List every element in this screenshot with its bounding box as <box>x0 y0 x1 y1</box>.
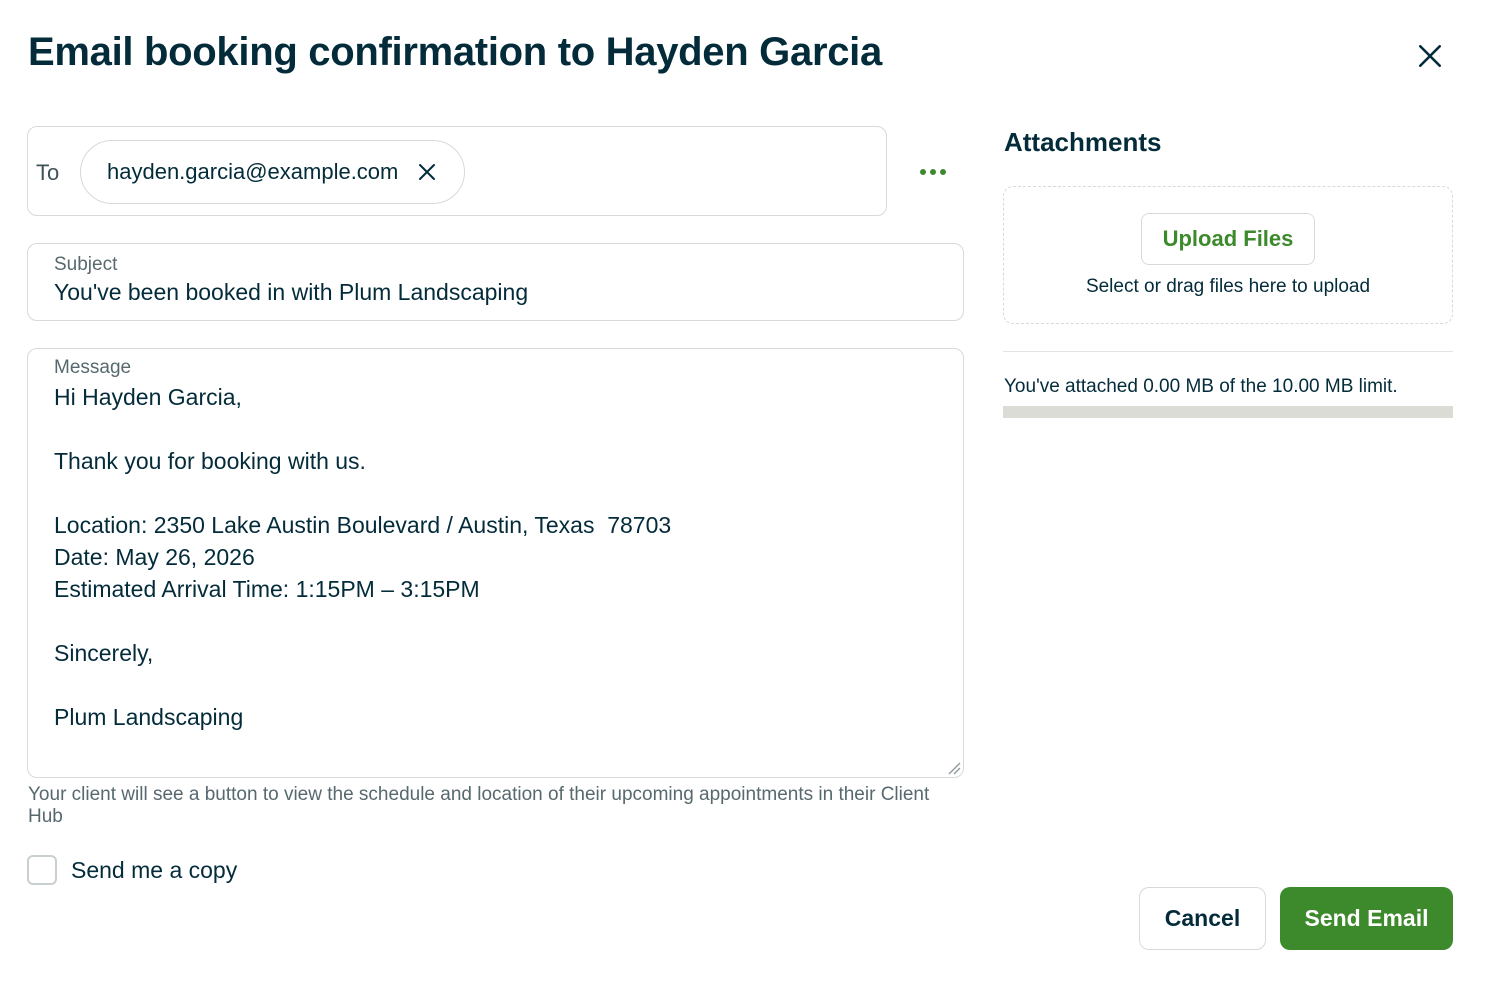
more-options-button[interactable] <box>912 158 954 186</box>
subject-label: Subject <box>54 254 118 275</box>
send-copy-label: Send me a copy <box>71 856 238 883</box>
close-button[interactable] <box>1410 36 1450 76</box>
message-field[interactable]: Message Hi Hayden Garcia, Thank you for … <box>27 348 964 778</box>
send-email-button[interactable]: Send Email <box>1280 887 1453 950</box>
recipient-email: hayden.garcia@example.com <box>107 159 399 184</box>
close-icon <box>419 164 436 180</box>
message-textarea[interactable]: Hi Hayden Garcia, Thank you for booking … <box>54 381 671 733</box>
close-icon <box>1418 44 1442 68</box>
to-field[interactable]: To hayden.garcia@example.com <box>27 126 887 216</box>
message-hint: Your client will see a button to view th… <box>28 784 930 827</box>
to-label: To <box>36 160 60 185</box>
email-dialog: Email booking confirmation to Hayden Gar… <box>0 0 1486 982</box>
send-copy-option[interactable]: Send me a copy <box>27 855 237 885</box>
cancel-button[interactable]: Cancel <box>1139 887 1266 950</box>
upload-files-button[interactable]: Upload Files <box>1141 213 1315 265</box>
remove-recipient-button[interactable] <box>418 163 436 181</box>
attachment-limit-text: You've attached 0.00 MB of the 10.00 MB … <box>1004 376 1398 397</box>
attachment-usage-bar <box>1003 406 1453 418</box>
recipient-chip[interactable]: hayden.garcia@example.com <box>80 140 466 204</box>
attachments-divider <box>1003 351 1453 352</box>
message-label: Message <box>54 357 132 378</box>
ellipsis-icon <box>920 169 946 175</box>
dropzone-hint: Select or drag files here to upload <box>1085 276 1371 297</box>
dialog-title: Email booking confirmation to Hayden Gar… <box>28 30 882 74</box>
file-dropzone[interactable]: Upload Files Select or drag files here t… <box>1003 186 1453 324</box>
subject-field[interactable]: Subject You've been booked in with Plum … <box>27 243 964 321</box>
resize-handle-icon[interactable] <box>947 761 961 775</box>
subject-input[interactable]: You've been booked in with Plum Landscap… <box>54 279 528 306</box>
send-copy-checkbox[interactable] <box>27 855 57 885</box>
attachments-title: Attachments <box>1004 127 1162 157</box>
